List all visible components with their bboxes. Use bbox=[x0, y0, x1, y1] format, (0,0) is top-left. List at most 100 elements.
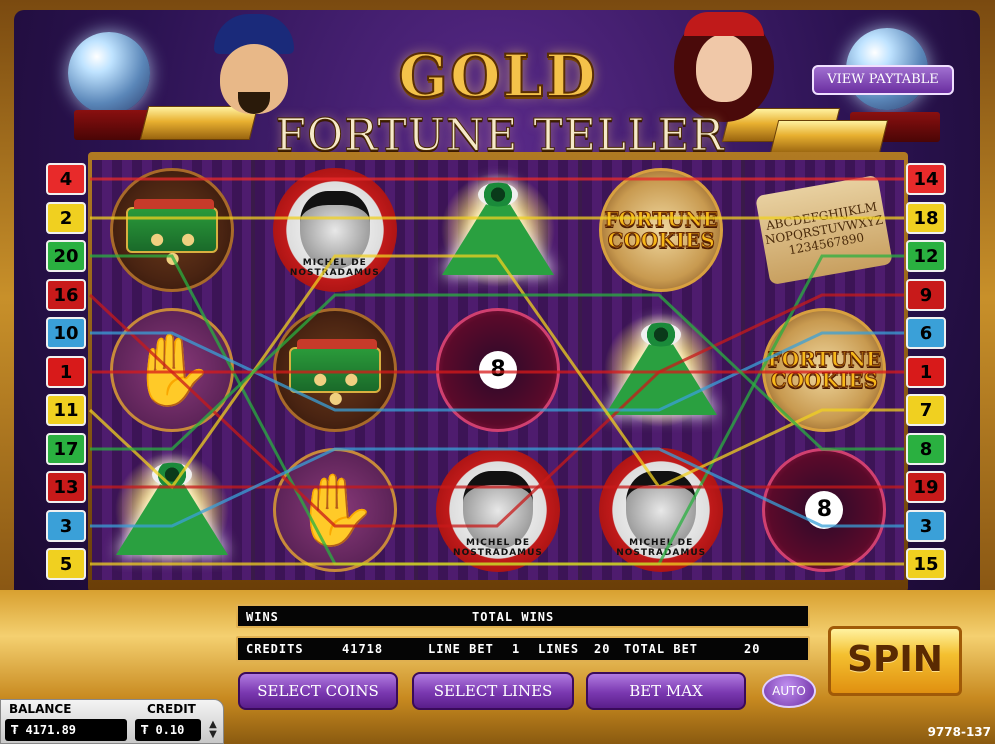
lines-label: LINES bbox=[538, 642, 580, 656]
payline-tag-right-19: 19 bbox=[906, 471, 946, 503]
payline-tag-right-9: 9 bbox=[906, 279, 946, 311]
nostradamus-symbol: MICHEL DE NOSTRADAMUS bbox=[272, 168, 397, 292]
reel-4: FORTUNE COOKIES MICHEL DE NOSTRADAMUS bbox=[581, 160, 741, 580]
payline-tag-right-8: 8 bbox=[906, 433, 946, 465]
reel-cell: ✋ bbox=[92, 300, 251, 440]
wagon-icon bbox=[125, 199, 218, 267]
chevron-down-icon[interactable]: ▼ bbox=[205, 730, 221, 740]
balance-value: ₮ 4171.89 bbox=[5, 719, 127, 741]
auto-play-button[interactable]: AUTO bbox=[762, 674, 816, 708]
nostradamus-symbol: MICHEL DE NOSTRADAMUS bbox=[435, 448, 560, 572]
all-seeing-eye-symbol bbox=[435, 168, 560, 292]
reel-cell: ✋ bbox=[255, 440, 414, 580]
reels-area: ✋ MICHEL DE NOSTRADAMUS ✋ 8 MI bbox=[92, 160, 904, 580]
payline-tag-right-1: 1 bbox=[906, 356, 946, 388]
palm-reading-symbol: ✋ bbox=[272, 448, 397, 572]
bet-max-button[interactable]: BET MAX bbox=[586, 672, 746, 710]
payline-tag-right-7: 7 bbox=[906, 394, 946, 426]
reel-cell bbox=[92, 440, 251, 580]
credits-label: CREDITS bbox=[246, 642, 304, 656]
ouija-board-symbol: ABCDEFGHIJKLM NOPQRSTUVWXYZ 1234567890 bbox=[755, 174, 894, 286]
ouija-letters-icon: ABCDEFGHIJKLM NOPQRSTUVWXYZ 1234567890 bbox=[764, 199, 885, 258]
cookie-label-2: COOKIES bbox=[607, 228, 715, 252]
payline-tag-right-12: 12 bbox=[906, 240, 946, 272]
eight-ball-symbol: 8 bbox=[435, 308, 560, 432]
total-bet-label: TOTAL BET bbox=[624, 642, 699, 656]
view-paytable-button[interactable]: VIEW PAYTABLE bbox=[812, 65, 954, 95]
total-wins-label: TOTAL WINS bbox=[472, 610, 555, 624]
palm-hand-icon: ✋ bbox=[128, 329, 216, 411]
nostradamus-label: MICHEL DE NOSTRADAMUS bbox=[289, 258, 380, 278]
fortune-cookies-symbol: FORTUNE COOKIES bbox=[762, 308, 887, 432]
spin-button[interactable]: SPIN bbox=[828, 626, 962, 696]
payline-tag-left-20: 20 bbox=[46, 240, 86, 272]
credit-stepper[interactable]: ▲ ▼ bbox=[205, 720, 221, 740]
reel-cell bbox=[92, 160, 251, 300]
palm-hand-icon: ✋ bbox=[291, 469, 379, 551]
gypsy-wagon-symbol bbox=[109, 168, 234, 292]
wins-meter: WINS TOTAL WINS bbox=[236, 604, 810, 628]
palm-reading-symbol: ✋ bbox=[109, 308, 234, 432]
payline-tag-left-1: 1 bbox=[46, 356, 86, 388]
nostradamus-label: MICHEL DE NOSTRADAMUS bbox=[453, 538, 543, 558]
reel-5: ABCDEFGHIJKLM NOPQRSTUVWXYZ 1234567890 FOR… bbox=[744, 160, 904, 580]
balance-label: BALANCE bbox=[9, 702, 72, 716]
eye-pyramid-icon bbox=[605, 322, 718, 415]
gypsy-wagon-symbol bbox=[272, 308, 397, 432]
payline-tag-right-3: 3 bbox=[906, 510, 946, 542]
credit-label: CREDIT bbox=[147, 702, 196, 716]
reel-cell: MICHEL DE NOSTRADAMUS bbox=[582, 440, 741, 580]
eight-ball-icon: 8 bbox=[478, 351, 517, 389]
game-id: 9778-137 bbox=[927, 725, 991, 739]
credits-value: 41718 bbox=[342, 642, 384, 656]
total-bet-value: 20 bbox=[744, 642, 761, 656]
eight-ball-symbol: 8 bbox=[762, 448, 887, 572]
reel-cell: FORTUNE COOKIES bbox=[745, 300, 904, 440]
line-bet-label: LINE BET bbox=[428, 642, 494, 656]
title-gold: GOLD bbox=[397, 41, 598, 111]
payline-tag-right-14: 14 bbox=[906, 163, 946, 195]
reel-cell: FORTUNE COOKIES bbox=[582, 160, 741, 300]
all-seeing-eye-symbol bbox=[599, 308, 724, 432]
payline-tag-left-11: 11 bbox=[46, 394, 86, 426]
select-coins-button[interactable]: SELECT COINS bbox=[238, 672, 398, 710]
payline-tag-left-2: 2 bbox=[46, 202, 86, 234]
all-seeing-eye-symbol bbox=[109, 448, 234, 572]
payline-tag-left-16: 16 bbox=[46, 279, 86, 311]
payline-tag-right-6: 6 bbox=[906, 317, 946, 349]
reel-cell: MICHEL DE NOSTRADAMUS bbox=[255, 160, 414, 300]
wins-label: WINS bbox=[246, 610, 279, 624]
reel-cell: 8 bbox=[745, 440, 904, 580]
wagon-icon bbox=[288, 339, 381, 407]
payline-tag-right-15: 15 bbox=[906, 548, 946, 580]
crystal-ball-left bbox=[68, 32, 150, 114]
bet-meter: CREDITS 41718 LINE BET 1 LINES 20 TOTAL … bbox=[236, 636, 810, 662]
payline-tag-left-4: 4 bbox=[46, 163, 86, 195]
balance-panel: BALANCE CREDIT ₮ 4171.89 ₮ 0.10 ▲ ▼ bbox=[0, 699, 224, 744]
reel-cell: ABCDEFGHIJKLM NOPQRSTUVWXYZ 1234567890 bbox=[745, 160, 904, 300]
reel-2: MICHEL DE NOSTRADAMUS ✋ bbox=[255, 160, 415, 580]
nostradamus-symbol: MICHEL DE NOSTRADAMUS bbox=[599, 448, 724, 572]
payline-tag-left-5: 5 bbox=[46, 548, 86, 580]
payline-tag-left-13: 13 bbox=[46, 471, 86, 503]
payline-tag-left-17: 17 bbox=[46, 433, 86, 465]
reel-3: 8 MICHEL DE NOSTRADAMUS bbox=[418, 160, 578, 580]
eye-pyramid-icon bbox=[441, 182, 554, 275]
reel-cell bbox=[255, 300, 414, 440]
reel-1: ✋ bbox=[92, 160, 252, 580]
fortune-cookies-symbol: FORTUNE COOKIES bbox=[599, 168, 724, 292]
credit-value: ₮ 0.10 bbox=[135, 719, 201, 741]
eye-pyramid-icon bbox=[115, 462, 228, 555]
nostradamus-label: MICHEL DE NOSTRADAMUS bbox=[616, 538, 707, 558]
payline-tag-left-10: 10 bbox=[46, 317, 86, 349]
eight-ball-icon: 8 bbox=[805, 491, 844, 529]
cookie-label-2: COOKIES bbox=[770, 368, 878, 392]
lines-value: 20 bbox=[594, 642, 611, 656]
reel-cell: 8 bbox=[418, 300, 577, 440]
payline-tag-left-3: 3 bbox=[46, 510, 86, 542]
select-lines-button[interactable]: SELECT LINES bbox=[412, 672, 574, 710]
reel-cell bbox=[582, 300, 741, 440]
reel-cell bbox=[418, 160, 577, 300]
reel-cell: MICHEL DE NOSTRADAMUS bbox=[418, 440, 577, 580]
line-bet-value: 1 bbox=[512, 642, 521, 656]
